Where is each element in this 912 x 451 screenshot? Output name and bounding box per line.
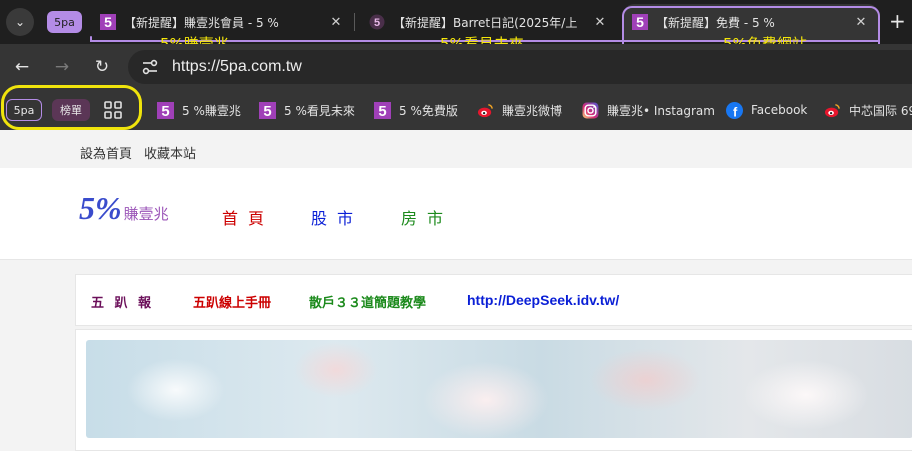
facebook-icon: f (726, 101, 743, 119)
svg-text:f: f (733, 104, 738, 119)
logo-mark: 5% (79, 190, 122, 226)
back-button[interactable]: ← (12, 57, 32, 77)
nav-real-estate[interactable]: 房市 (401, 205, 453, 229)
browser-toolbar: ← → ↻ https://5pa.com.tw (0, 44, 912, 90)
reload-icon: ↻ (94, 57, 110, 77)
weibo-icon (477, 103, 493, 117)
annotation-highlight-ring (1, 85, 142, 130)
set-homepage-link[interactable]: 設為首頁 (80, 143, 132, 162)
address-bar[interactable]: https://5pa.com.tw (128, 50, 912, 84)
arrow-right-icon: → (54, 57, 70, 77)
new-tab-button[interactable]: + (889, 11, 906, 31)
reload-button[interactable]: ↻ (92, 57, 112, 77)
sub-nav-online-manual[interactable]: 五趴線上手冊 (193, 292, 271, 311)
bookmark-item[interactable]: 賺壹兆• Instagram (582, 100, 715, 120)
bookmark-site-link[interactable]: 收藏本站 (144, 143, 196, 162)
close-icon[interactable]: ✕ (591, 15, 609, 30)
tab-title: 【新提醒】賺壹兆會員 - 5 % (124, 15, 279, 30)
tab-search-button[interactable]: ⌄ (6, 8, 34, 36)
instagram-icon (582, 102, 599, 118)
tab-separator (354, 13, 355, 31)
site-settings-icon (142, 59, 158, 75)
bookmark-label: 中芯国际 69 (849, 103, 912, 118)
bookmark-item[interactable]: 5 5 %看見未來 (259, 100, 355, 120)
bookmark-item[interactable]: 賺壹兆微博 (477, 100, 562, 120)
sub-nav-deepseek-link[interactable]: http://DeepSeek.idv.tw/ (467, 292, 619, 308)
svg-text:5: 5 (161, 103, 169, 118)
bookmark-label: 5 %賺壹兆 (182, 103, 241, 118)
banner-image (86, 340, 912, 438)
bookmark-label: 5 %免費版 (399, 103, 458, 118)
bookmark-item[interactable]: 5 5 %賺壹兆 (157, 100, 241, 120)
svg-text:5: 5 (378, 103, 386, 118)
bookmark-item[interactable]: 中芯国际 69 (824, 100, 912, 120)
forward-button[interactable]: → (52, 57, 72, 77)
sub-nav-wupa-news[interactable]: 五 趴 報 (91, 292, 154, 311)
chevron-down-icon: ⌄ (14, 15, 26, 29)
content-panel (75, 329, 912, 451)
sub-navigation: 五 趴 報 五趴線上手冊 散戶３３道簡題教學 http://DeepSeek.i… (75, 274, 912, 326)
bookmark-item[interactable]: 5 5 %免費版 (374, 100, 458, 120)
bookmark-label: 5 %看見未來 (284, 103, 355, 118)
5pa-favicon: 5 (374, 101, 391, 119)
tab-title: 【新提醒】Barret日記(2025年/上 (393, 15, 578, 30)
url-text: https://5pa.com.tw (172, 58, 302, 75)
svg-text:5: 5 (104, 14, 112, 30)
nav-stocks[interactable]: 股市 (311, 205, 363, 229)
svg-text:5: 5 (263, 103, 271, 118)
5pa-favicon: 5 (157, 101, 174, 119)
5pa-favicon: 5 (259, 101, 276, 119)
bookmark-item[interactable]: f Facebook (726, 100, 807, 120)
plus-icon: + (889, 9, 906, 33)
bookmark-label: Facebook (751, 103, 808, 117)
barret-favicon: 5 (369, 14, 385, 30)
weibo-icon (824, 103, 840, 117)
site-logo[interactable]: 5% 賺壹兆 (79, 190, 169, 227)
svg-text:5: 5 (374, 17, 380, 29)
page-top-bar: 設為首頁 收藏本站 (0, 130, 912, 168)
tab-group-chip[interactable]: 5pa (47, 11, 82, 33)
site-header: 5% 賺壹兆 首頁 股市 房市 (0, 168, 912, 260)
arrow-left-icon: ← (14, 57, 30, 77)
close-icon[interactable]: ✕ (327, 15, 345, 30)
nav-home[interactable]: 首頁 (222, 205, 274, 229)
5pa-favicon: 5 (100, 14, 116, 30)
logo-text: 賺壹兆 (123, 205, 169, 223)
bookmark-label: 賺壹兆微博 (502, 103, 563, 118)
tab-group-label: 5pa (54, 15, 75, 29)
bookmark-label: 賺壹兆• Instagram (607, 103, 715, 118)
sub-nav-tutorial[interactable]: 散戶３３道簡題教學 (309, 292, 426, 311)
web-page: 設為首頁 收藏本站 5% 賺壹兆 首頁 股市 房市 五 趴 報 五趴線上手冊 散… (0, 130, 912, 451)
